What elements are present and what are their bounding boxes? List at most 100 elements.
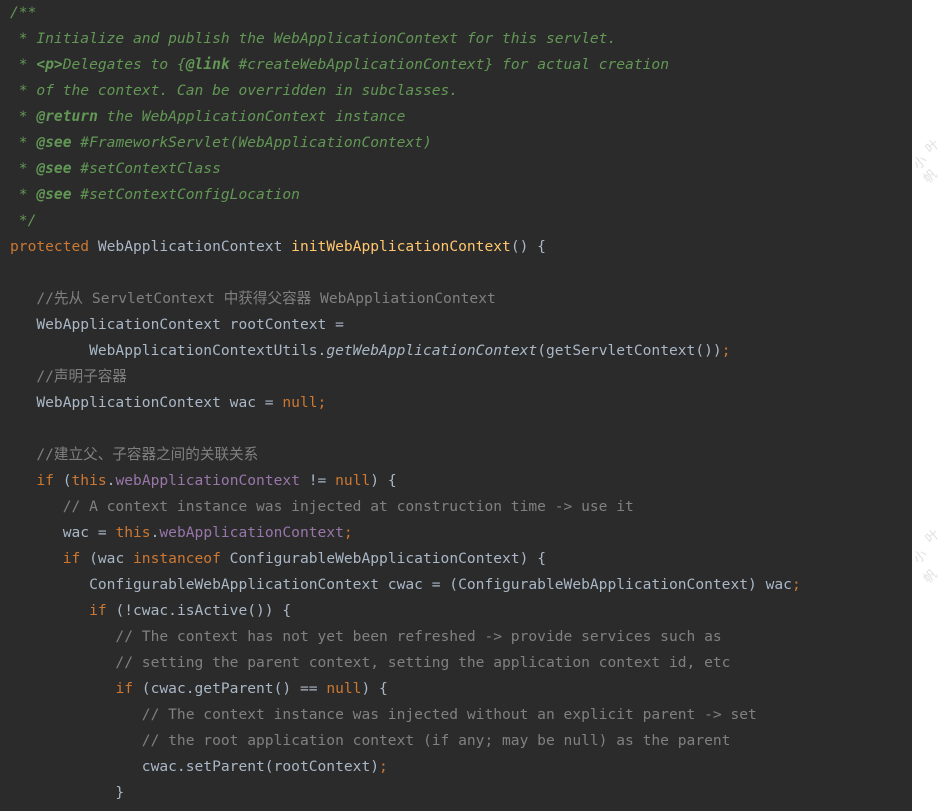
code-line: //声明子容器 [10, 364, 127, 390]
code-token: wac = [10, 524, 116, 541]
code-line: protected WebApplicationContext initWebA… [10, 234, 546, 260]
code-token: //先从 ServletContext 中获得父容器 WebAppliation… [10, 290, 496, 307]
code-line: } [10, 780, 124, 806]
code-token: (cwac.getParent() == [133, 680, 327, 697]
code-line: * @see #setContextConfigLocation [10, 182, 300, 208]
code-token: @link [185, 56, 230, 73]
code-line: //先从 ServletContext 中获得父容器 WebAppliation… [10, 286, 496, 312]
code-line: wac = this.webApplicationContext; [10, 520, 353, 546]
code-line: // The context has not yet been refreshe… [10, 624, 722, 650]
code-line: ConfigurableWebApplicationContext cwac =… [10, 572, 801, 598]
code-line: WebApplicationContextUtils.getWebApplica… [10, 338, 731, 364]
code-token: if [36, 472, 54, 489]
code-token: null [326, 680, 362, 697]
code-token: (wac [80, 550, 134, 567]
code-line: // setting the parent context, setting t… [10, 650, 730, 676]
code-token: */ [10, 212, 37, 229]
code-token: (!cwac.isActive()) { [106, 602, 292, 619]
code-token: WebApplicationContextUtils. [10, 342, 327, 359]
code-token: null [335, 472, 371, 489]
code-token: * [10, 108, 37, 125]
code-token: ; [343, 524, 353, 541]
code-token: // the root application context (if any;… [10, 732, 731, 749]
watermark-text: 叶 [922, 137, 940, 157]
code-token: WebApplicationContext rootContext = [10, 316, 344, 333]
code-line: * <p>Delegates to {@link #createWebAppli… [10, 52, 669, 78]
code-line: if (!cwac.isActive()) { [10, 598, 291, 624]
code-panel: /** * Initialize and publish the WebAppl… [0, 0, 912, 811]
code-token: if [89, 602, 107, 619]
code-line: // A context instance was injected at co… [10, 494, 634, 520]
code-line: if (this.webApplicationContext != null) … [10, 468, 397, 494]
code-token: WebApplicationContext [89, 238, 292, 255]
code-token: webApplicationContext [159, 524, 344, 541]
code-token: @return [36, 108, 98, 125]
code-token: * of the context. Can be overridden in s… [10, 82, 459, 99]
code-token: * [10, 134, 37, 151]
code-line: // the root application context (if any;… [10, 728, 731, 754]
watermark-text: 帆 [920, 567, 940, 587]
code-token: (getServletContext()) [537, 342, 722, 359]
code-token: ( [53, 472, 72, 489]
code-token: WebApplicationContext wac = [10, 394, 283, 411]
code-token: if [115, 680, 134, 697]
code-token: () { [510, 238, 546, 255]
code-token: } [10, 784, 125, 801]
code-token: ) { [361, 680, 388, 697]
code-token: * [10, 160, 37, 177]
code-line: WebApplicationContext wac = null; [10, 390, 326, 416]
code-token: #setContextClass [71, 160, 221, 177]
code-line: /** [10, 0, 36, 26]
code-token: * [10, 56, 37, 73]
code-token: #createWebApplicationContext} for actual… [229, 56, 669, 73]
code-token: // setting the parent context, setting t… [10, 654, 731, 671]
code-line: * of the context. Can be overridden in s… [10, 78, 458, 104]
code-token: * [10, 186, 37, 203]
code-token: #FrameworkServlet(WebApplicationContext) [71, 134, 432, 151]
code-token: #setContextConfigLocation [71, 186, 300, 203]
code-line: * @see #setContextClass [10, 156, 221, 182]
code-token: <p> [36, 56, 63, 73]
code-token: webApplicationContext [115, 472, 300, 489]
watermark-text: 叶 [922, 527, 940, 547]
code-token: instanceof [133, 550, 221, 567]
code-token: * Initialize and publish the WebApplicat… [10, 30, 617, 47]
code-token: ConfigurableWebApplicationContext cwac =… [10, 576, 792, 593]
code-token: // The context instance was injected wit… [10, 706, 757, 723]
code-line: if (wac instanceof ConfigurableWebApplic… [10, 546, 546, 572]
code-token: ) { [370, 472, 397, 489]
code-token: @see [36, 160, 72, 177]
code-token: /** [10, 4, 37, 21]
code-token: this [115, 524, 151, 541]
code-token: initWebApplicationContext [291, 238, 511, 255]
code-token: ConfigurableWebApplicationContext) { [220, 550, 546, 567]
code-line: * Initialize and publish the WebApplicat… [10, 26, 616, 52]
code-token: //声明子容器 [10, 368, 127, 385]
code-token: if [62, 550, 81, 567]
code-token: //建立父、子容器之间的关联关系 [10, 446, 259, 463]
code-token: ; [791, 576, 801, 593]
code-line: WebApplicationContext rootContext = [10, 312, 344, 338]
code-token: this [71, 472, 107, 489]
code-token: // The context has not yet been refreshe… [10, 628, 722, 645]
code-line: // The context instance was injected wit… [10, 702, 757, 728]
code-token: null; [282, 394, 327, 411]
code-token: Delegates to { [62, 56, 186, 73]
code-line: if (cwac.getParent() == null) { [10, 676, 388, 702]
code-line: //建立父、子容器之间的关联关系 [10, 442, 258, 468]
code-line: cwac.setParent(rootContext); [10, 754, 388, 780]
code-token: getWebApplicationContext [326, 342, 538, 359]
code-token: // A context instance was injected at co… [10, 498, 634, 515]
code-token: ; [721, 342, 731, 359]
code-token: cwac.setParent(rootContext) [10, 758, 380, 775]
code-token: @see [36, 134, 72, 151]
code-token: ; [379, 758, 388, 775]
code-line: * @return the WebApplicationContext inst… [10, 104, 406, 130]
code-line: * @see #FrameworkServlet(WebApplicationC… [10, 130, 432, 156]
code-token: != [299, 472, 336, 489]
code-token: the WebApplicationContext instance [97, 108, 406, 125]
code-token: @see [36, 186, 72, 203]
